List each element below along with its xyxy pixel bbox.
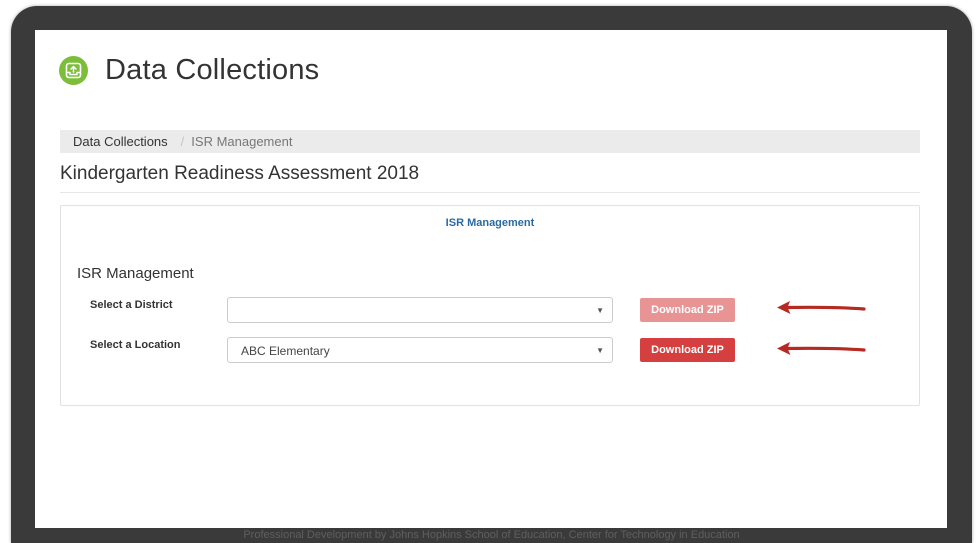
section-title: ISR Management <box>77 265 194 282</box>
footer-credit: Professional Development by Johns Hopkin… <box>243 529 740 541</box>
isr-management-panel: ISR Management ISR Management Select a D… <box>60 205 920 406</box>
breadcrumb-link-data-collections[interactable]: Data Collections <box>73 134 168 149</box>
title-divider <box>60 192 920 193</box>
assessment-title: Kindergarten Readiness Assessment 2018 <box>60 163 420 184</box>
footer-bar: Professional Development by Johns Hopkin… <box>11 528 972 543</box>
page-title: Data Collections <box>105 53 320 86</box>
app-header: Data Collections <box>59 50 319 90</box>
device-frame: Data Collections Data Collections / ISR … <box>11 6 972 543</box>
breadcrumb: Data Collections / ISR Management <box>60 130 920 153</box>
district-select[interactable]: ▼ <box>227 297 613 323</box>
location-select[interactable]: ABC Elementary ▼ <box>227 337 613 363</box>
annotation-arrow-icon <box>777 342 866 355</box>
download-zip-location-button[interactable]: Download ZIP <box>640 338 735 362</box>
chevron-down-icon: ▼ <box>596 346 604 355</box>
app-screen: Data Collections Data Collections / ISR … <box>35 30 947 528</box>
location-label: Select a Location <box>90 339 181 351</box>
breadcrumb-separator: / <box>180 134 185 149</box>
annotation-arrow-icon <box>777 301 866 314</box>
panel-heading: ISR Management <box>445 217 535 229</box>
upload-tray-icon <box>59 55 88 85</box>
breadcrumb-current: ISR Management <box>191 134 293 149</box>
location-select-value: ABC Elementary <box>241 344 330 358</box>
download-zip-district-button[interactable]: Download ZIP <box>640 298 735 322</box>
district-label: Select a District <box>90 299 173 311</box>
chevron-down-icon: ▼ <box>596 306 604 315</box>
